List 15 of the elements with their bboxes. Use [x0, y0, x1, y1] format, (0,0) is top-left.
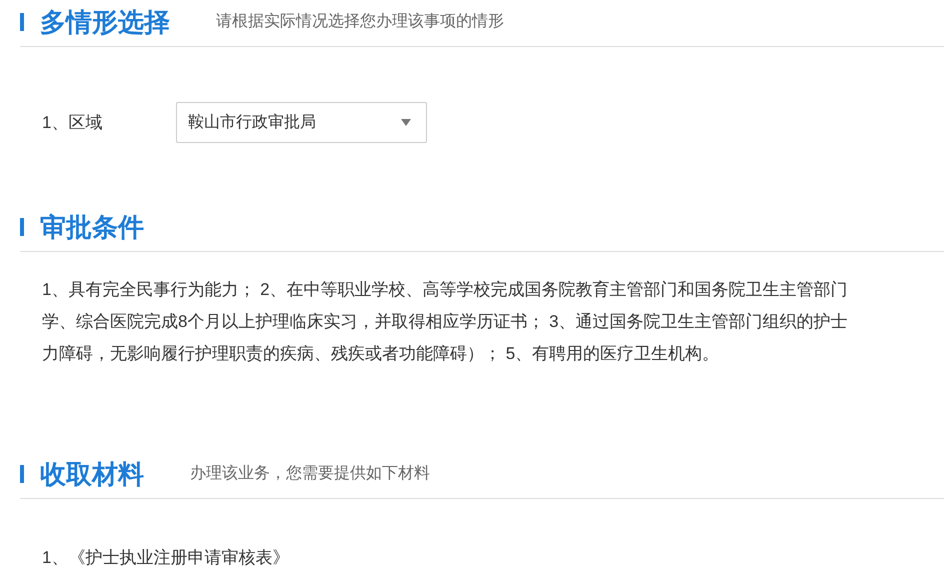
- heading-marker-icon: [20, 218, 24, 236]
- region-select[interactable]: 鞍山市行政审批局: [176, 102, 427, 143]
- section-title: 多情形选择: [40, 9, 170, 35]
- condition-text: 力障碍，无影响履行护理职责的疾病、残疾或者功能障碍）； 5、有聘用的医疗卫生机构。: [42, 343, 720, 365]
- section-title: 收取材料: [40, 461, 144, 487]
- dropdown-caret-icon: [401, 119, 411, 126]
- section-title: 审批条件: [40, 214, 144, 240]
- field-label: 1、区域: [42, 112, 104, 134]
- heading-marker-icon: [20, 465, 24, 483]
- condition-text: 1、具有完全民事行为能力； 2、在中等职业学校、高等学校完成国务院教育主管部门和国务院卫生主管部门: [42, 279, 848, 301]
- material-item: 1、《护士执业注册申请审核表》: [42, 547, 290, 569]
- section-subtitle: 办理该业务，您需要提供如下材料: [190, 464, 430, 484]
- condition-text: 学、综合医院完成8个月以上护理临床实习，并取得相应学历证书； 3、通过国务院卫生主管部门组织的护士: [42, 311, 848, 333]
- heading-marker-icon: [20, 13, 24, 31]
- section-subtitle: 请根据实际情况选择您办理该事项的情形: [216, 12, 504, 32]
